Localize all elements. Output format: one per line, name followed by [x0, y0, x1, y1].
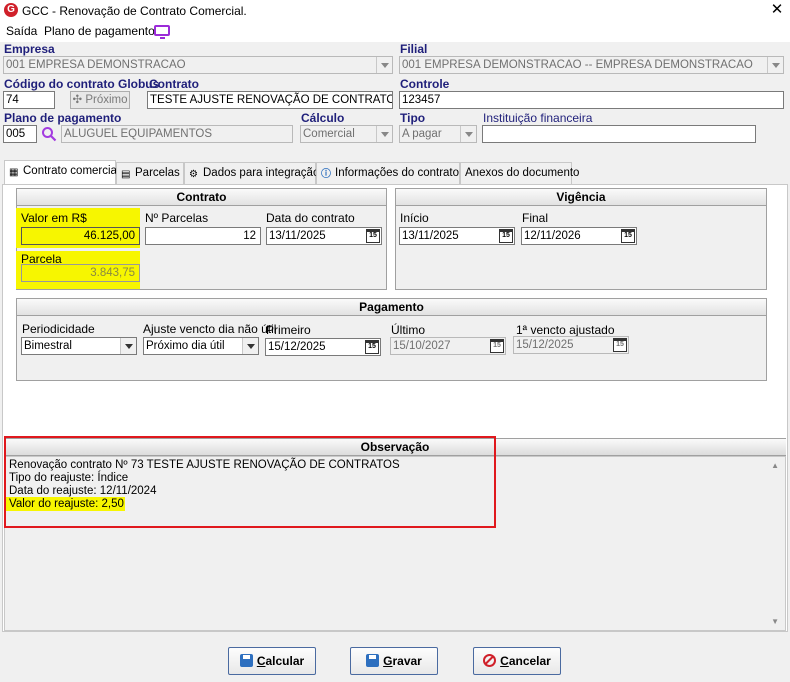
final-input[interactable]: 12/11/2026 15	[521, 227, 637, 245]
parcela-field: 3.843,75	[21, 264, 140, 282]
scroll-up-icon[interactable]: ▲	[771, 461, 779, 470]
chevron-down-icon[interactable]	[242, 338, 258, 354]
empresa-select[interactable]: 001 EMPRESA DEMONSTRACAO	[3, 56, 393, 74]
inicio-input[interactable]: 13/11/2025 15	[399, 227, 515, 245]
calcular-button[interactable]: Calcular	[228, 647, 316, 675]
ajuste-label: Ajuste vencto dia não útil	[143, 322, 277, 336]
document-icon: ▤	[121, 169, 131, 180]
codigo-label: Código do contrato Globus	[4, 77, 160, 91]
chevron-down-icon[interactable]	[767, 57, 783, 73]
calendar-icon[interactable]: 15	[365, 340, 379, 354]
parcelas-input[interactable]: 12	[145, 227, 261, 245]
primeiro-value: 15/12/2025	[268, 341, 326, 353]
data-contrato-input[interactable]: 13/11/2025 15	[266, 227, 382, 245]
plano-label: Plano de pagamento	[4, 111, 122, 125]
periodicidade-label: Periodicidade	[22, 322, 95, 336]
primeiro-input[interactable]: 15/12/2025 15	[265, 338, 381, 356]
filial-select[interactable]: 001 EMPRESA DEMONSTRACAO -- EMPRESA DEMO…	[399, 56, 784, 74]
search-icon[interactable]	[41, 126, 57, 142]
inicio-value: 13/11/2025	[402, 230, 459, 242]
app-logo-icon: G	[4, 3, 18, 17]
plano-desc-field: ALUGUEL EQUIPAMENTOS	[61, 125, 293, 143]
controle-label: Controle	[400, 77, 450, 91]
empresa-label: Empresa	[4, 42, 55, 56]
calendar-icon: 15	[613, 338, 627, 352]
pagamento-group-title: Pagamento	[17, 299, 766, 316]
tab-contrato-comercial[interactable]: ▦ Contrato comercial	[4, 160, 120, 185]
contrato-group-title: Contrato	[17, 189, 386, 206]
final-label: Final	[522, 211, 549, 225]
ajuste-select[interactable]: Próximo dia útil	[143, 337, 259, 355]
codigo-input[interactable]: 74	[3, 91, 55, 109]
inicio-label: Início	[400, 211, 429, 225]
annotation-box	[4, 436, 496, 528]
parcelas-label: Nº Parcelas	[145, 211, 209, 225]
save-icon	[239, 654, 253, 667]
tipo-value: A pagar	[402, 128, 442, 140]
cancelar-button[interactable]: Cancelar	[473, 647, 561, 675]
chevron-down-icon[interactable]	[120, 338, 136, 354]
tab-anexos-documento[interactable]: Anexos do documento	[460, 162, 579, 184]
data-contrato-value: 13/11/2025	[269, 230, 326, 242]
chevron-down-icon[interactable]	[376, 126, 392, 142]
close-icon[interactable]: ✕	[764, 0, 790, 20]
save-icon	[366, 654, 380, 667]
valor-label: Valor em R$	[21, 211, 87, 225]
tab-parcelas[interactable]: ▤ Parcelas	[116, 162, 184, 184]
contrato-label: Contrato	[149, 77, 199, 91]
final-value: 12/11/2026	[524, 230, 581, 242]
vencto-ajustado-field: 15/12/2025 15	[513, 336, 629, 354]
controle-input[interactable]: 123457	[399, 91, 784, 109]
valor-input[interactable]: 46.125,00	[21, 227, 140, 245]
chevron-down-icon[interactable]	[376, 57, 392, 73]
ajuste-value: Próximo dia útil	[146, 340, 225, 352]
tab-dados-integracao[interactable]: ⚙ Dados para integração	[184, 162, 319, 184]
calendar-icon[interactable]: 15	[621, 229, 635, 243]
gear-icon: ⚙	[189, 169, 198, 180]
vencto-ajustado-value: 15/12/2025	[516, 339, 574, 351]
proximo-button[interactable]: ✣ Próximo	[70, 91, 130, 109]
cancel-icon	[483, 654, 497, 667]
calendar-icon[interactable]: 15	[366, 229, 380, 243]
calendar-icon: 15	[490, 339, 504, 353]
vigencia-group-title: Vigência	[396, 189, 766, 206]
calendar-icon[interactable]: 15	[499, 229, 513, 243]
primeiro-label: Primeiro	[266, 323, 311, 337]
tipo-select[interactable]: A pagar	[399, 125, 477, 143]
ultimo-value: 15/10/2027	[393, 340, 451, 352]
periodicidade-select[interactable]: Bimestral	[21, 337, 137, 355]
periodicidade-value: Bimestral	[24, 340, 72, 352]
info-icon: ⓘ	[321, 169, 331, 180]
ultimo-label: Último	[391, 323, 426, 337]
instituicao-label: Instituição financeira	[483, 111, 593, 125]
window-title: GCC - Renovação de Contrato Comercial.	[22, 4, 247, 18]
menu-payment-plan[interactable]: Plano de pagamento	[44, 24, 155, 38]
filial-value: 001 EMPRESA DEMONSTRACAO -- EMPRESA DEMO…	[402, 59, 753, 71]
menu-exit[interactable]: Saída	[6, 24, 37, 38]
gravar-button[interactable]: Gravar	[350, 647, 438, 675]
calculo-value: Comercial	[303, 128, 355, 140]
tab-informacoes-contrato[interactable]: ⓘ Informações do contrato	[316, 162, 460, 184]
ultimo-field: 15/10/2027 15	[390, 337, 506, 355]
scroll-down-icon[interactable]: ▼	[771, 617, 779, 626]
monitor-icon[interactable]	[154, 25, 170, 39]
chevron-down-icon[interactable]	[460, 126, 476, 142]
contrato-input[interactable]: TESTE AJUSTE RENOVAÇÃO DE CONTRATOS	[147, 91, 393, 109]
data-contrato-label: Data do contrato	[266, 211, 355, 225]
plano-code-input[interactable]: 005	[3, 125, 37, 143]
instituicao-input[interactable]	[482, 125, 756, 143]
empresa-value: 001 EMPRESA DEMONSTRACAO	[6, 59, 186, 71]
vencto-ajustado-label: 1ª vencto ajustado	[516, 323, 615, 337]
filial-label: Filial	[400, 42, 428, 56]
calculo-label: Cálculo	[301, 111, 345, 125]
table-icon: ▦	[9, 167, 19, 178]
tipo-label: Tipo	[400, 111, 426, 125]
calculo-select[interactable]: Comercial	[300, 125, 393, 143]
